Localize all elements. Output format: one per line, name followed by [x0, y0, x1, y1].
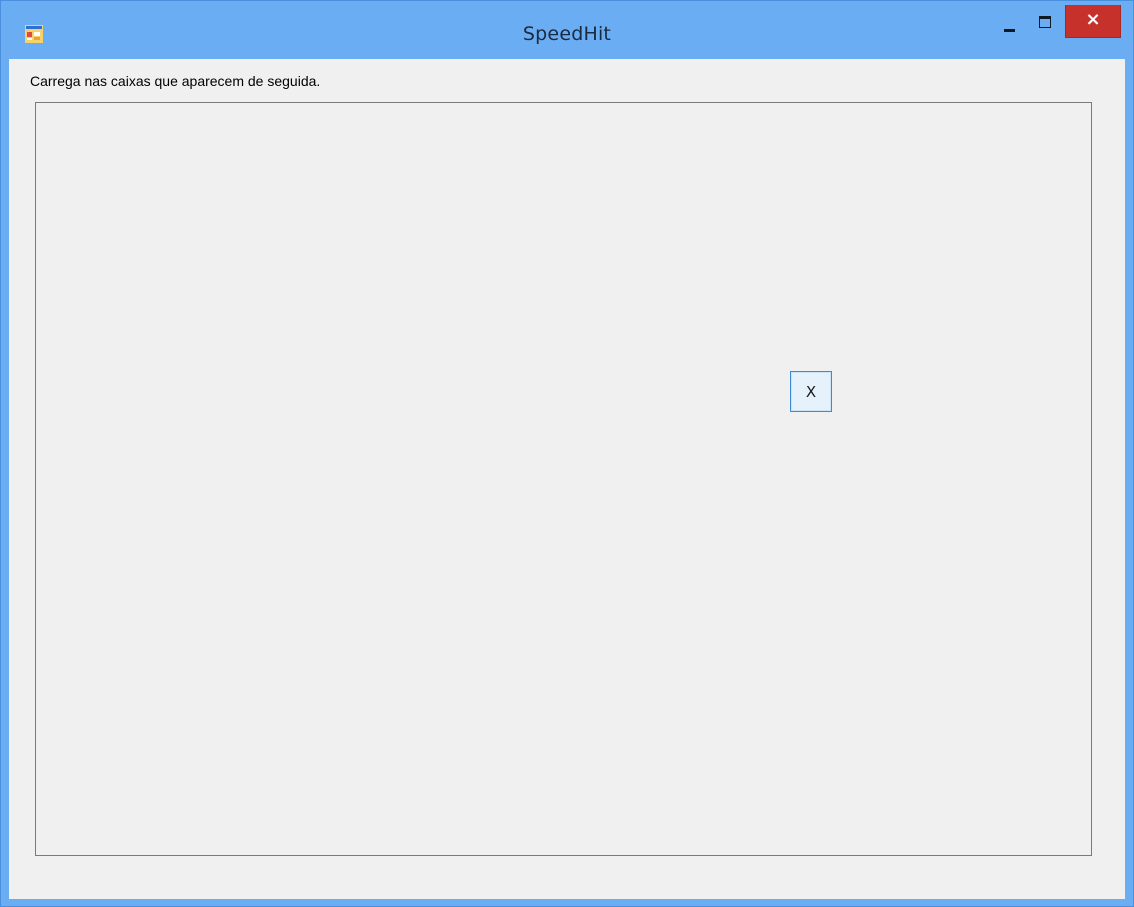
app-window: SpeedHit × Carrega nas caixas que aparec…	[0, 0, 1134, 907]
maximize-icon	[1039, 16, 1051, 28]
title-bar[interactable]: SpeedHit ×	[1, 1, 1133, 59]
game-panel[interactable]	[35, 102, 1092, 856]
instruction-label: Carrega nas caixas que aparecem de segui…	[30, 73, 321, 89]
target-box-button[interactable]: X	[790, 371, 832, 412]
minimize-button[interactable]	[995, 10, 1023, 40]
close-icon: ×	[1085, 8, 1101, 30]
window-title: SpeedHit	[522, 23, 612, 45]
close-button[interactable]: ×	[1065, 5, 1121, 38]
maximize-button[interactable]	[1028, 10, 1062, 40]
minimize-icon	[1003, 28, 1015, 32]
